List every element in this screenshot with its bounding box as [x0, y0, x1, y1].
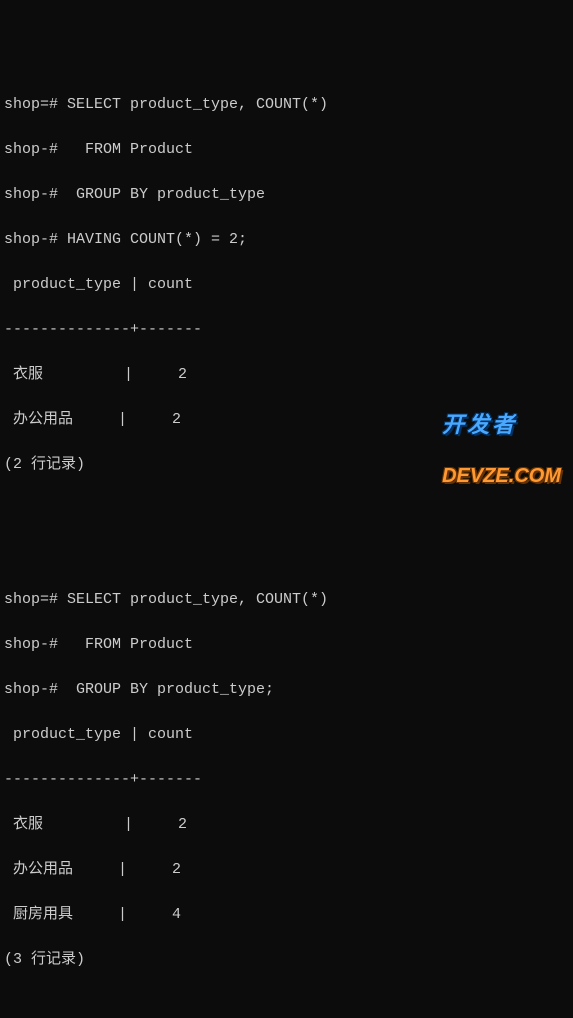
result-header: product_type | count [4, 724, 569, 747]
sql-prompt-line: shop-# FROM Product [4, 634, 569, 657]
sql-prompt-line: shop-# GROUP BY product_type; [4, 679, 569, 702]
sql-prompt-line: shop-# HAVING COUNT(*) = 2; [4, 229, 569, 252]
watermark-top: 开发者 [442, 414, 561, 436]
result-footer: (3 行记录) [4, 949, 569, 972]
result-row: 厨房用具 | 4 [4, 904, 569, 927]
result-row: 衣服 | 2 [4, 814, 569, 837]
sql-prompt-line: shop-# GROUP BY product_type [4, 184, 569, 207]
watermark-bottom: DEVZE.COM [442, 466, 561, 486]
blank-line [4, 544, 569, 567]
blank-line [4, 499, 569, 522]
sql-prompt-line: shop=# SELECT product_type, COUNT(*) [4, 94, 569, 117]
sql-prompt-line: shop-# FROM Product [4, 139, 569, 162]
sql-prompt-line: shop=# SELECT product_type, COUNT(*) [4, 589, 569, 612]
watermark: 开发者 DEVZE.COM [442, 384, 561, 501]
result-divider: --------------+------- [4, 319, 569, 342]
result-row: 办公用品 | 2 [4, 859, 569, 882]
result-divider: --------------+------- [4, 769, 569, 792]
result-header: product_type | count [4, 274, 569, 297]
